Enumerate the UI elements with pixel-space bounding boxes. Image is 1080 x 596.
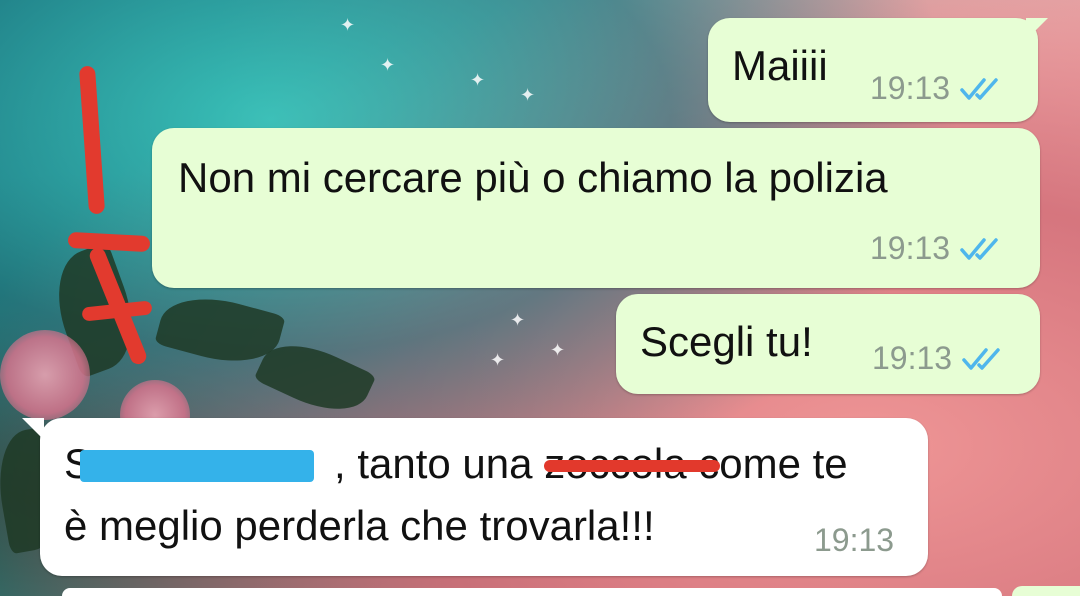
sparkle-decoration: ✦ (470, 70, 486, 90)
message-text: Non mi cercare più o chiamo la polizia (178, 154, 888, 201)
message-text-line-2: è meglio perderla che trovarla!!! (64, 502, 655, 549)
message-time: 19:13 (872, 340, 953, 376)
message-text-middle: , tanto una (334, 440, 545, 487)
partial-outgoing-edge (1012, 586, 1080, 596)
sparkle-decoration: ✦ (510, 310, 526, 330)
message-bubble-partial[interactable] (62, 588, 1002, 596)
message-bubble-outgoing[interactable]: Non mi cercare più o chiamo la polizia 1… (152, 128, 1040, 288)
message-meta: 19:13 (870, 230, 1004, 267)
message-bubble-outgoing[interactable]: Scegli tu! 19:13 (616, 294, 1040, 394)
sparkle-decoration: ✦ (380, 55, 396, 75)
message-time: 19:13 (870, 230, 951, 266)
sparkle-decoration: ✦ (340, 15, 356, 35)
message-text: Maiiii (732, 42, 828, 89)
message-text: Scegli tu! (640, 318, 813, 365)
flower-decoration (0, 330, 90, 420)
message-meta: 19:13 (814, 522, 894, 559)
message-bubble-outgoing[interactable]: Maiiii 19:13 (708, 18, 1048, 122)
read-double-check-icon (960, 237, 998, 260)
message-meta: 19:13 (870, 70, 1004, 107)
red-strikethrough (544, 460, 720, 472)
read-double-check-icon (960, 77, 998, 100)
message-time: 19:13 (814, 522, 895, 558)
message-bubble-incoming[interactable]: S, tanto una zoccola come te è meglio pe… (22, 418, 928, 576)
read-double-check-icon (962, 347, 1000, 370)
message-meta: 19:13 (872, 340, 1006, 377)
bubble-tail (22, 418, 44, 440)
sparkle-decoration: ✦ (550, 340, 566, 360)
sparkle-decoration: ✦ (490, 350, 506, 370)
bubble-tail (1026, 18, 1048, 40)
blue-redaction-bar (80, 450, 314, 482)
sparkle-decoration: ✦ (520, 85, 536, 105)
message-time: 19:13 (870, 70, 951, 106)
